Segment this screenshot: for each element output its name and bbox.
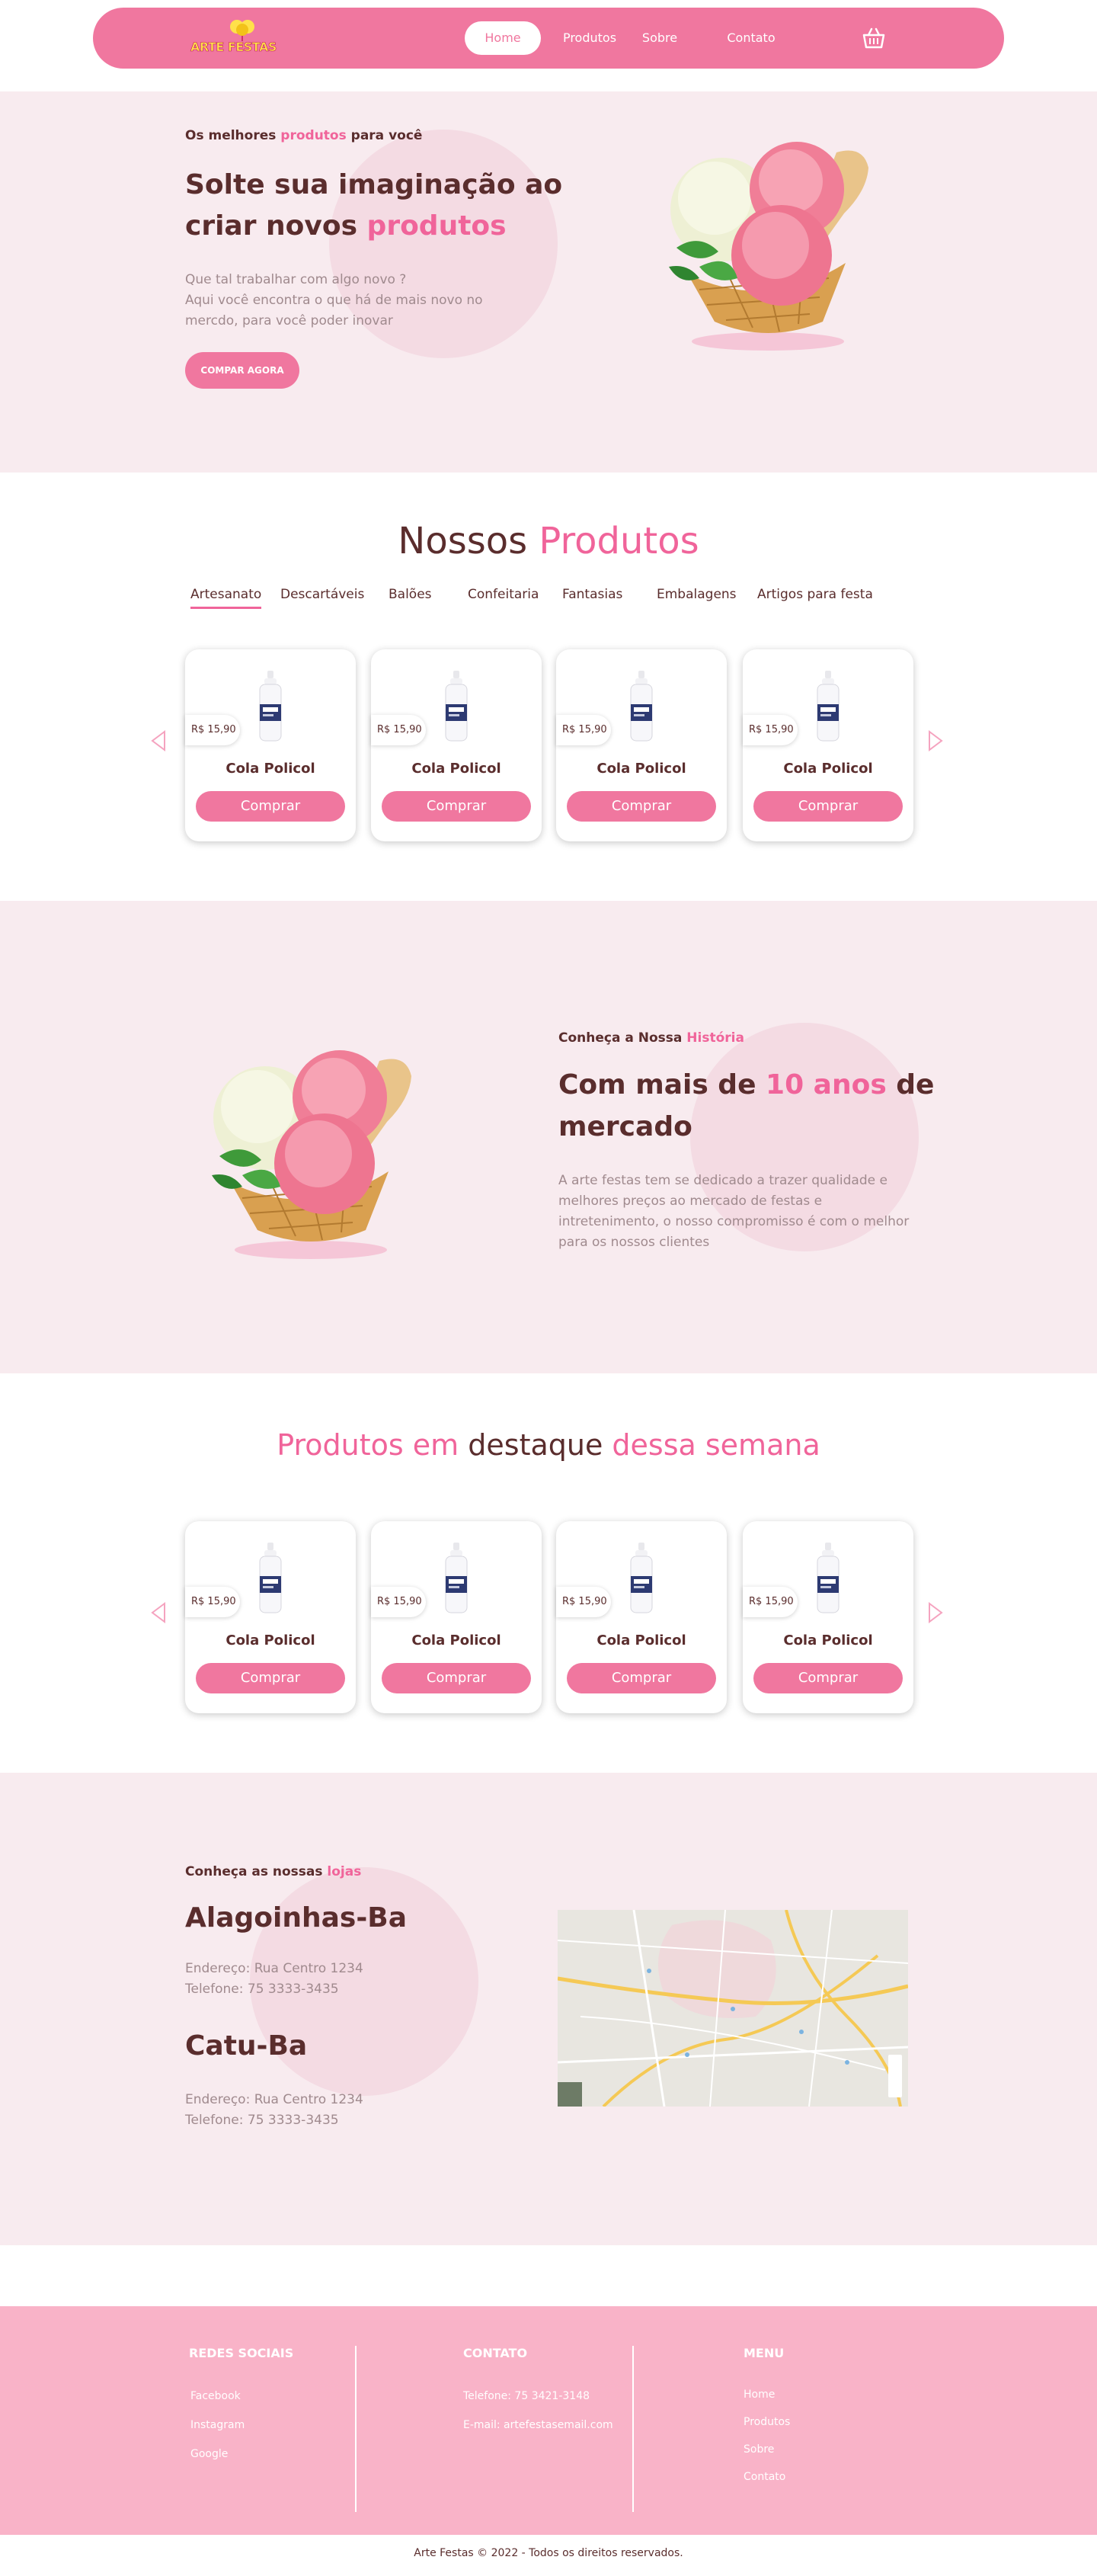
product-name: Cola Policol: [783, 761, 873, 777]
hero-section: Os melhores produtos para você Solte sua…: [0, 91, 1097, 473]
glue-bottle-image: [445, 671, 468, 742]
product-name: Cola Policol: [596, 761, 686, 777]
footer-link-facebook[interactable]: Facebook: [190, 2390, 241, 2402]
glue-bottle-image: [630, 671, 653, 742]
price-tag: R$ 15,90: [371, 715, 426, 745]
footer-menu-heading: MENU: [744, 2346, 785, 2360]
buy-button[interactable]: Comprar: [382, 1663, 531, 1693]
carousel-prev-arrow-icon[interactable]: [149, 1602, 168, 1623]
hero-description: Que tal trabalhar com algo novo ? Aqui vo…: [185, 272, 483, 328]
product-card: R$ 15,90 Cola Policol Comprar: [743, 649, 913, 841]
buy-button[interactable]: Comprar: [196, 791, 345, 822]
navbar: ARTE FESTAS Home Produtos Sobre Contato: [93, 8, 1004, 69]
copyright-text: Arte Festas © 2022 - Todos os direitos r…: [414, 2547, 683, 2559]
price-tag: R$ 15,90: [185, 1587, 240, 1617]
glue-bottle-image: [630, 1543, 653, 1613]
buy-now-button[interactable]: COMPAR AGORA: [185, 352, 299, 389]
product-name: Cola Policol: [411, 761, 501, 777]
footer-link-instagram[interactable]: Instagram: [190, 2419, 245, 2431]
nav-link-produtos[interactable]: Produtos: [559, 21, 620, 55]
buy-button[interactable]: Comprar: [382, 791, 531, 822]
tab-artigos-para-festa[interactable]: Artigos para festa: [757, 587, 873, 607]
footer-link-sobre[interactable]: Sobre: [744, 2443, 774, 2456]
price-tag: R$ 15,90: [185, 715, 240, 745]
logo-text: ARTE FESTAS: [190, 40, 277, 55]
product-name: Cola Policol: [783, 1632, 873, 1648]
footer-link-google[interactable]: Google: [190, 2448, 228, 2460]
product-card: R$ 15,90 Cola Policol Comprar: [371, 649, 542, 841]
hero-title: Solte sua imaginação ao criar novos prod…: [185, 169, 563, 242]
nav-link-sobre[interactable]: Sobre: [638, 21, 681, 55]
shopping-basket-icon[interactable]: [861, 26, 887, 50]
footer-email[interactable]: E-mail: artefestasemail.com: [463, 2419, 613, 2431]
product-name: Cola Policol: [225, 1632, 315, 1648]
nav-link-home[interactable]: Home: [465, 21, 541, 55]
footer-link-home[interactable]: Home: [744, 2389, 775, 2401]
glue-bottle-image: [817, 1543, 840, 1613]
tab-fantasias[interactable]: Fantasias: [562, 587, 622, 607]
store-details: Endereço: Rua Centro 1234 Telefone: 75 33…: [185, 2092, 363, 2128]
footer: REDES SOCIAIS Facebook Instagram Google …: [0, 2306, 1097, 2535]
product-name: Cola Policol: [411, 1632, 501, 1648]
stores-section: Conheça as nossas lojas Alagoinhas-Ba En…: [0, 1773, 1097, 2245]
buy-button[interactable]: Comprar: [753, 791, 903, 822]
history-section: Conheça a Nossa História Com mais de 10 …: [0, 901, 1097, 1373]
carousel-next-arrow-icon[interactable]: [926, 730, 945, 751]
history-eyebrow: Conheça a Nossa História: [558, 1030, 744, 1046]
logo[interactable]: ARTE FESTAS: [190, 18, 294, 59]
store-details: Endereço: Rua Centro 1234 Telefone: 75 33…: [185, 1961, 363, 1997]
glue-bottle-image: [259, 671, 282, 742]
footer-divider: [355, 2346, 357, 2512]
footer-link-contato[interactable]: Contato: [744, 2471, 785, 2483]
products-title: Nossos Produtos: [398, 520, 699, 562]
footer-link-produtos[interactable]: Produtos: [744, 2416, 790, 2428]
history-description: A arte festas tem se dedicado a trazer q…: [558, 1173, 910, 1250]
price-tag: R$ 15,90: [556, 715, 611, 745]
footer-phone: Telefone: 75 3421-3148: [463, 2390, 590, 2402]
product-card: R$ 15,90 Cola Policol Comprar: [185, 649, 356, 841]
buy-button[interactable]: Comprar: [196, 1663, 345, 1693]
tab-artesanato[interactable]: Artesanato: [190, 587, 262, 609]
store-name: Catu-Ba: [185, 2030, 308, 2062]
product-name: Cola Policol: [225, 761, 315, 777]
carousel-next-arrow-icon[interactable]: [926, 1602, 945, 1623]
footer-social-heading: REDES SOCIAIS: [189, 2346, 294, 2360]
product-card: R$ 15,90 Cola Policol Comprar: [185, 1521, 356, 1713]
price-tag: R$ 15,90: [743, 715, 798, 745]
footer-contact-heading: CONTATO: [463, 2346, 528, 2360]
product-name: Cola Policol: [596, 1632, 686, 1648]
ice-cream-image: [646, 122, 897, 358]
logo-balloon-icon: [230, 20, 254, 41]
product-card: R$ 15,90 Cola Policol Comprar: [371, 1521, 542, 1713]
store-map[interactable]: [558, 1910, 908, 2107]
price-tag: R$ 15,90: [743, 1587, 798, 1617]
tab-embalagens[interactable]: Embalagens: [657, 587, 737, 607]
price-tag: R$ 15,90: [371, 1587, 426, 1617]
buy-button[interactable]: Comprar: [567, 791, 716, 822]
ice-cream-image: [189, 1030, 440, 1267]
product-card: R$ 15,90 Cola Policol Comprar: [556, 649, 727, 841]
product-card: R$ 15,90 Cola Policol Comprar: [556, 1521, 727, 1713]
tab-descartaveis[interactable]: Descartáveis: [280, 587, 364, 607]
featured-carousel: R$ 15,90 Cola Policol Comprar R$ 15,90 C…: [0, 1521, 1097, 1719]
glue-bottle-image: [259, 1543, 282, 1613]
nav-link-contato[interactable]: Contato: [724, 21, 779, 55]
price-tag: R$ 15,90: [556, 1587, 611, 1617]
buy-button[interactable]: Comprar: [567, 1663, 716, 1693]
glue-bottle-image: [445, 1543, 468, 1613]
product-card: R$ 15,90 Cola Policol Comprar: [743, 1521, 913, 1713]
carousel-prev-arrow-icon[interactable]: [149, 730, 168, 751]
stores-eyebrow: Conheça as nossas lojas: [185, 1864, 362, 1879]
products-carousel: R$ 15,90 Cola Policol Comprar R$ 15,90 C…: [0, 649, 1097, 847]
buy-button[interactable]: Comprar: [753, 1663, 903, 1693]
store-name: Alagoinhas-Ba: [185, 1902, 407, 1934]
tab-confeitaria[interactable]: Confeitaria: [468, 587, 539, 607]
featured-title: Produtos em destaque dessa semana: [277, 1428, 820, 1462]
tab-baloes[interactable]: Balões: [389, 587, 432, 607]
hero-eyebrow: Os melhores produtos para você: [185, 128, 423, 143]
glue-bottle-image: [817, 671, 840, 742]
history-title: Com mais de 10 anos de mercado: [558, 1069, 935, 1142]
footer-divider: [632, 2346, 634, 2512]
product-tabs: Artesanato Descartáveis Balões Confeitar…: [184, 587, 873, 617]
